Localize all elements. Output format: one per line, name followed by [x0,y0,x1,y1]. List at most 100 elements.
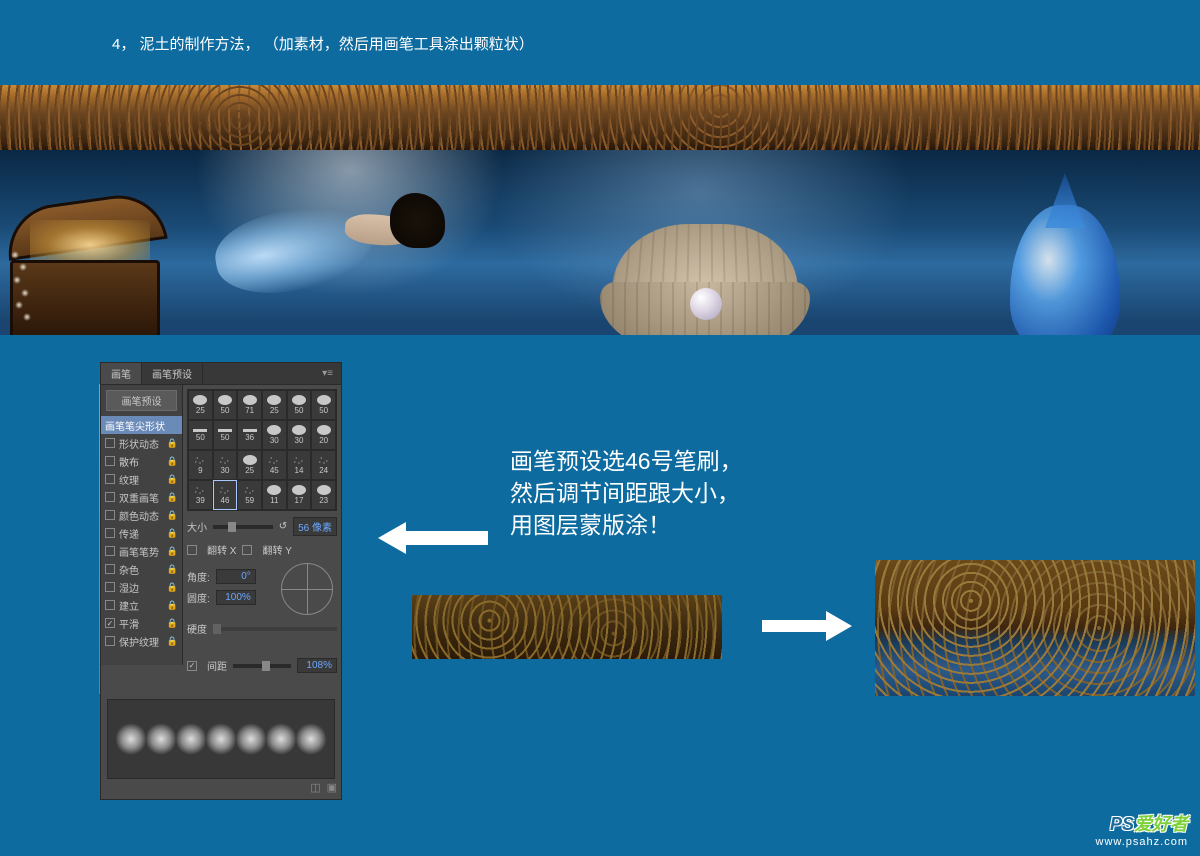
spacing-checkbox[interactable] [187,661,197,671]
lock-icon: 🔒 [167,510,178,521]
option-label: 纹理 [119,472,139,487]
pearl [690,288,722,320]
arrow-left-icon [378,518,488,558]
brush-tip-grid[interactable]: 2550712550505050363030209302545142439465… [187,389,337,511]
brush-settings-panel[interactable]: 画笔 画笔预设 ▾≡ 画笔预设 画笔笔尖形状形状动态🔒散布🔒纹理🔒双重画笔🔒颜色… [100,362,342,800]
option-dual_brush[interactable]: 双重画笔🔒 [101,488,182,506]
option-protect_texture[interactable]: 保护纹理🔒 [101,632,182,650]
brush-tip-11[interactable]: 11 [262,480,287,510]
checkbox-smoothing[interactable] [105,618,115,628]
checkbox-noise[interactable] [105,564,115,574]
instruction-callout: 画笔预设选46号笔刷， 然后调节间距跟大小， 用图层蒙版涂！ [510,445,743,542]
option-transfer[interactable]: 传递🔒 [101,524,182,542]
treasure-chest [10,200,200,335]
brush-tip-30[interactable]: 30 [262,420,287,450]
option-color_dynamics[interactable]: 颜色动态 🔒 [101,506,182,524]
brush-tip-9[interactable]: 9 [188,450,213,480]
lock-icon: 🔒 [167,618,178,629]
brush-tip-36[interactable]: 36 [237,420,262,450]
size-value[interactable]: 56 像素 [293,517,337,536]
option-label: 湿边 [119,580,139,595]
brush-tip-71[interactable]: 71 [237,390,262,420]
lock-icon: 🔒 [167,582,178,593]
brush-tip-20[interactable]: 20 [311,420,336,450]
option-label: 画笔笔尖形状 [105,418,165,433]
checkbox-dual_brush[interactable] [105,492,115,502]
option-brush_pose[interactable]: 画笔笔势🔒 [101,542,182,560]
checkbox-scattering[interactable] [105,456,115,466]
brush-tip-25[interactable]: 25 [237,450,262,480]
flip-x-label: 翻转 X [207,542,236,557]
brush-tip-30[interactable]: 30 [213,450,238,480]
brush-options-sidebar: 画笔预设 画笔笔尖形状形状动态🔒散布🔒纹理🔒双重画笔🔒颜色动态🔒传递🔒画笔笔势🔒… [101,385,183,665]
brush-tip-25[interactable]: 25 [188,390,213,420]
instruction-line2: 然后调节间距跟大小， [510,477,743,509]
soil-layer [0,85,1200,155]
angle-control[interactable] [281,563,333,615]
brush-tip-50[interactable]: 50 [188,420,213,450]
watermark-text: 爱好者 [1134,814,1188,834]
checkbox-color_dynamics[interactable] [105,510,115,520]
brush-tip-50[interactable]: 50 [213,420,238,450]
size-label: 大小 [187,519,207,534]
checkbox-texture[interactable] [105,474,115,484]
preset-button[interactable]: 画笔预设 [106,390,177,411]
brush-tip-50[interactable]: 50 [213,390,238,420]
hardness-label: 硬度 [187,621,207,636]
tab-presets[interactable]: 画笔预设 [142,363,203,384]
brush-tip-39[interactable]: 39 [188,480,213,510]
flip-y-checkbox[interactable] [242,545,252,555]
option-wet_edges[interactable]: 湿边 🔒 [101,578,182,596]
step-number: 4， [112,36,135,53]
brush-tip-30[interactable]: 30 [287,420,312,450]
brush-tip-25[interactable]: 25 [262,390,287,420]
step-note: （加素材，然后用画笔工具涂出颗粒状） [264,36,534,53]
roundness-value[interactable]: 100% [216,590,256,605]
roundness-label: 圆度: [187,590,210,605]
checkbox-transfer[interactable] [105,528,115,538]
option-smoothing[interactable]: 平滑🔒 [101,614,182,632]
panel-menu-icon[interactable]: ▾≡ [314,368,341,379]
toggle-icon[interactable]: ▣ [327,781,337,799]
brush-tip-46[interactable]: 46 [213,480,238,510]
brush-main-area: 2550712550505050363030209302545142439465… [183,385,341,665]
brush-tip-24[interactable]: 24 [311,450,336,480]
spacing-slider[interactable] [233,664,291,668]
checkbox-brush_pose[interactable] [105,546,115,556]
reset-icon[interactable]: ↺ [279,521,287,532]
option-shape_dynamics[interactable]: 形状动态🔒 [101,434,182,452]
checkbox-buildup[interactable] [105,600,115,610]
checkbox-shape_dynamics[interactable] [105,438,115,448]
option-tip_shape[interactable]: 画笔笔尖形状 [101,416,182,434]
option-texture[interactable]: 纹理🔒 [101,470,182,488]
tab-brush[interactable]: 画笔 [101,363,142,384]
option-scattering[interactable]: 散布🔒 [101,452,182,470]
spacing-value[interactable]: 108% [297,658,337,673]
brush-tip-50[interactable]: 50 [311,390,336,420]
panel-tabs: 画笔 画笔预设 ▾≡ [101,363,341,385]
angle-value[interactable]: 0° [216,569,256,584]
size-slider[interactable] [213,525,273,529]
instruction-line3: 用图层蒙版涂！ [510,509,743,541]
brush-tip-59[interactable]: 59 [237,480,262,510]
option-label: 双重画笔 [119,490,159,505]
watermark-url: www.psahz.com [1096,836,1188,848]
flip-x-checkbox[interactable] [187,545,197,555]
option-label: 建立 [119,598,139,613]
option-noise[interactable]: 杂色 🔒 [101,560,182,578]
new-preset-icon[interactable]: ◫ [310,781,320,799]
step-main: 泥土的制作方法， [140,36,260,53]
flip-y-label: 翻转 Y [262,542,291,557]
lock-icon: 🔒 [167,564,178,575]
brush-tip-50[interactable]: 50 [287,390,312,420]
option-buildup[interactable]: 建立🔒 [101,596,182,614]
brush-tip-23[interactable]: 23 [311,480,336,510]
brush-tip-45[interactable]: 45 [262,450,287,480]
brush-tip-14[interactable]: 14 [287,450,312,480]
watermark: PS爱好者 www.psahz.com [1096,810,1188,848]
checkbox-protect_texture[interactable] [105,636,115,646]
brush-tip-17[interactable]: 17 [287,480,312,510]
option-label: 杂色 [119,562,139,577]
option-label: 颜色动态 [119,508,159,523]
checkbox-wet_edges[interactable] [105,582,115,592]
